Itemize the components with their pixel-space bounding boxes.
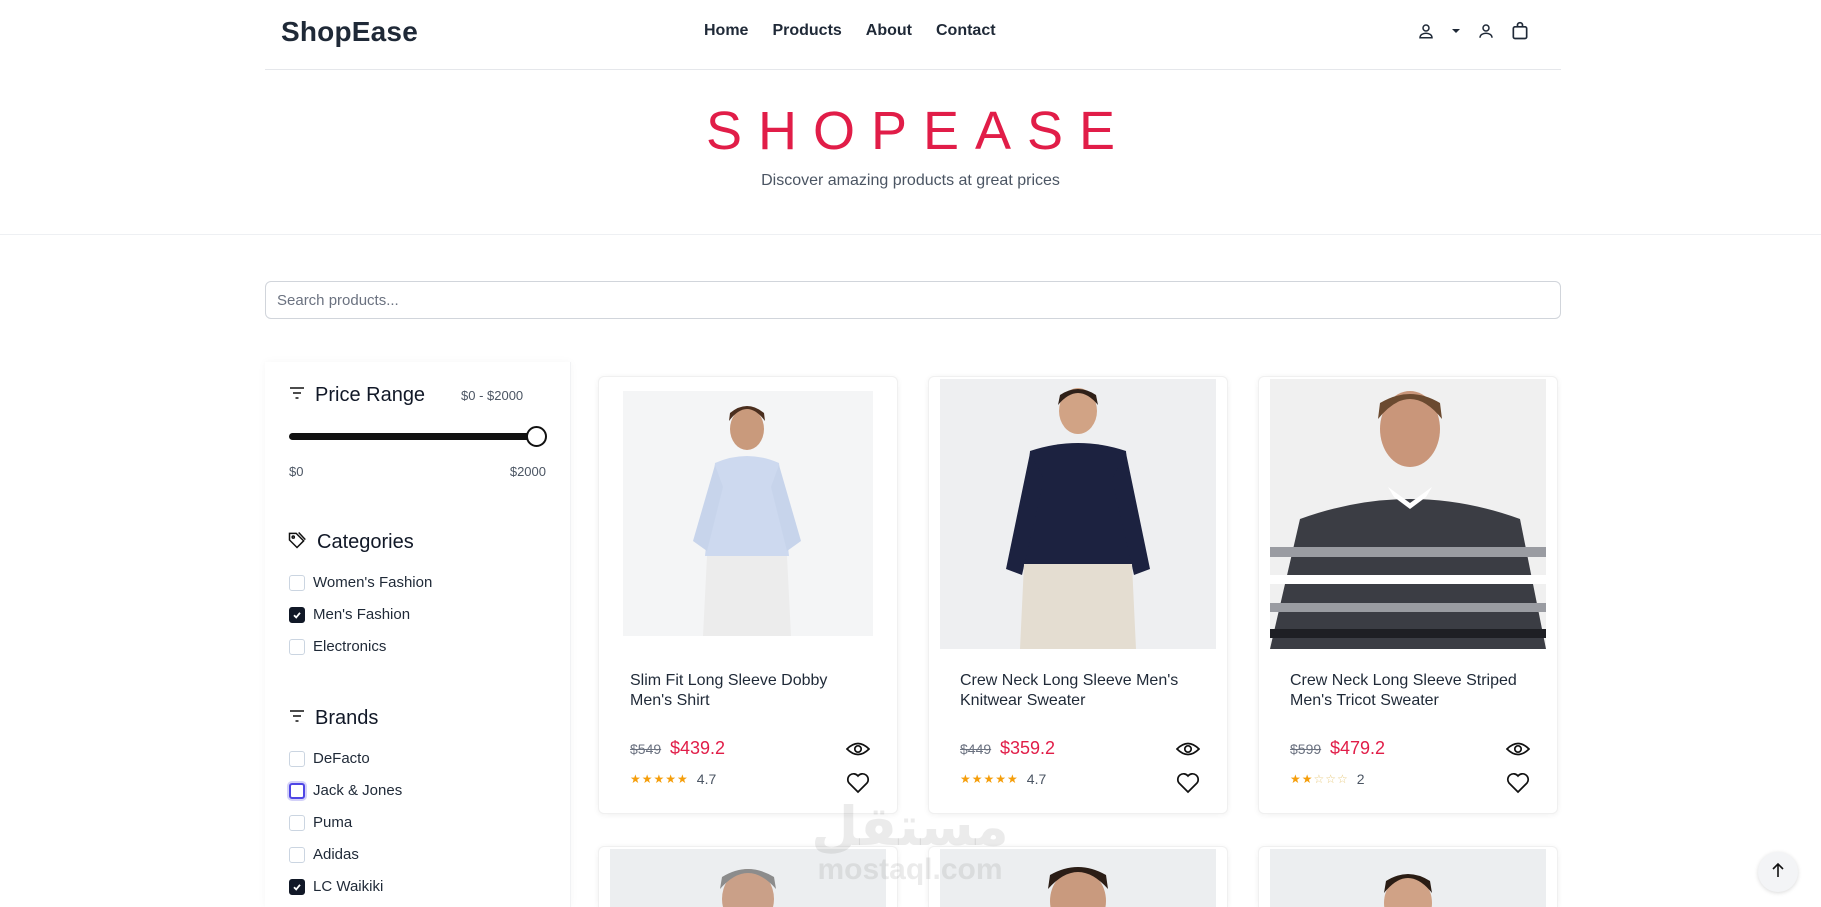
price-slider-handle[interactable]	[526, 426, 547, 447]
filter-icon	[289, 386, 305, 405]
product-price: $479.2	[1330, 738, 1386, 758]
hero-banner: SHOPEASE Discover amazing products at gr…	[0, 70, 1821, 235]
logo[interactable]: ShopEase	[281, 16, 418, 48]
account-icon[interactable]	[1475, 20, 1497, 42]
product-price: $439.2	[670, 738, 726, 758]
scroll-to-top-button[interactable]	[1758, 852, 1798, 892]
checkbox-checked[interactable]	[289, 878, 305, 895]
quick-view-eye-icon[interactable]	[1504, 735, 1532, 763]
price-min-label: $0	[289, 464, 304, 479]
product-title[interactable]: Crew Neck Long Sleeve Striped Men's Tric…	[1290, 671, 1530, 711]
price-range-header: Price Range	[289, 384, 425, 407]
price-max-label: $2000	[509, 464, 546, 479]
product-rating: ★★★★★ 4.7	[630, 771, 716, 787]
checkbox[interactable]	[289, 846, 305, 863]
search-input[interactable]	[265, 281, 1561, 319]
hero-subtitle: Discover amazing products at great price…	[761, 172, 1060, 189]
quick-view-eye-icon[interactable]	[1174, 735, 1202, 763]
product-card[interactable]	[928, 846, 1228, 907]
product-old-price: $449	[960, 741, 992, 757]
product-old-price: $549	[630, 741, 662, 757]
product-card[interactable]: Slim Fit Long Sleeve Dobby Men's Shirt $…	[598, 376, 898, 814]
wishlist-heart-icon[interactable]	[1504, 769, 1532, 797]
category-label: Men's Fashion	[313, 606, 411, 623]
category-option[interactable]: Men's Fashion	[289, 606, 410, 623]
tag-icon	[287, 530, 307, 555]
brand-label: Puma	[313, 814, 353, 831]
brand-option[interactable]: Jack & Jones	[289, 782, 402, 799]
brand-option[interactable]: DeFacto	[289, 750, 370, 767]
rating-value: 2	[1356, 771, 1365, 787]
product-image[interactable]	[940, 379, 1216, 649]
nav-icons	[1415, 20, 1531, 42]
product-card[interactable]: Crew Neck Long Sleeve Men's Knitwear Swe…	[928, 376, 1228, 814]
wishlist-heart-icon[interactable]	[1174, 769, 1202, 797]
nav-link-about[interactable]: About	[866, 22, 912, 40]
brand-label: DeFacto	[313, 750, 370, 767]
checkbox[interactable]	[289, 638, 305, 655]
price-range-title: Price Range	[315, 384, 426, 406]
arrow-up-icon	[1771, 862, 1785, 883]
filter-icon	[289, 709, 305, 728]
nav-link-products[interactable]: Products	[772, 22, 841, 40]
checkbox-checked[interactable]	[289, 606, 305, 623]
nav-links: Home Products About Contact	[704, 22, 996, 40]
categories-title: Categories	[317, 531, 414, 553]
nav-link-contact[interactable]: Contact	[936, 22, 996, 40]
product-rating: ★★☆☆☆ 2	[1290, 771, 1365, 787]
checkbox-focused[interactable]	[289, 782, 305, 799]
categories-header: Categories	[287, 530, 414, 555]
star-rating-icon: ★★☆☆☆	[1290, 772, 1349, 786]
category-label: Women's Fashion	[313, 574, 433, 591]
product-card[interactable]: Crew Neck Long Sleeve Striped Men's Tric…	[1258, 376, 1558, 814]
product-rating: ★★★★★ 4.7	[960, 771, 1046, 787]
checkbox[interactable]	[289, 574, 305, 591]
navbar: ShopEase Home Products About Contact	[265, 0, 1561, 70]
checkbox[interactable]	[289, 814, 305, 831]
product-old-price: $599	[1290, 741, 1322, 757]
category-option[interactable]: Women's Fashion	[289, 574, 432, 591]
product-title[interactable]: Slim Fit Long Sleeve Dobby Men's Shirt	[630, 671, 870, 711]
product-title[interactable]: Crew Neck Long Sleeve Men's Knitwear Swe…	[960, 671, 1200, 711]
hero-title: SHOPEASE	[705, 101, 1132, 161]
user-menu-icon[interactable]	[1415, 20, 1437, 42]
rating-value: 4.7	[1026, 771, 1047, 787]
brands-title: Brands	[315, 707, 379, 729]
star-rating-icon: ★★★★★	[960, 772, 1019, 786]
price-range-label: $0 - $2000	[461, 388, 524, 403]
checkbox[interactable]	[289, 750, 305, 767]
product-card[interactable]	[598, 846, 898, 907]
brand-label: LC Waikiki	[313, 878, 384, 895]
product-image[interactable]	[610, 849, 886, 907]
product-image[interactable]	[1270, 379, 1546, 649]
product-card[interactable]	[1258, 846, 1558, 907]
quick-view-eye-icon[interactable]	[844, 735, 872, 763]
rating-value: 4.7	[696, 771, 717, 787]
brands-header: Brands	[289, 707, 378, 730]
product-image[interactable]	[623, 391, 873, 636]
brand-label: Adidas	[313, 846, 359, 863]
product-image[interactable]	[1270, 849, 1546, 907]
category-option[interactable]: Electronics	[289, 638, 386, 655]
product-image[interactable]	[940, 849, 1216, 907]
brand-label: Jack & Jones	[313, 782, 403, 799]
category-label: Electronics	[313, 638, 387, 655]
brand-option[interactable]: LC Waikiki	[289, 878, 383, 895]
price-slider-track[interactable]	[289, 433, 539, 440]
wishlist-heart-icon[interactable]	[844, 769, 872, 797]
shopping-bag-icon[interactable]	[1509, 20, 1531, 42]
brand-option[interactable]: Puma	[289, 814, 352, 831]
product-price: $359.2	[1000, 738, 1056, 758]
star-rating-icon: ★★★★★	[630, 772, 689, 786]
brand-option[interactable]: Adidas	[289, 846, 359, 863]
chevron-down-icon[interactable]	[1449, 20, 1463, 42]
filter-sidebar: Price Range $0 - $2000 $0 $2000 Categori…	[265, 362, 571, 907]
nav-link-home[interactable]: Home	[704, 22, 748, 40]
